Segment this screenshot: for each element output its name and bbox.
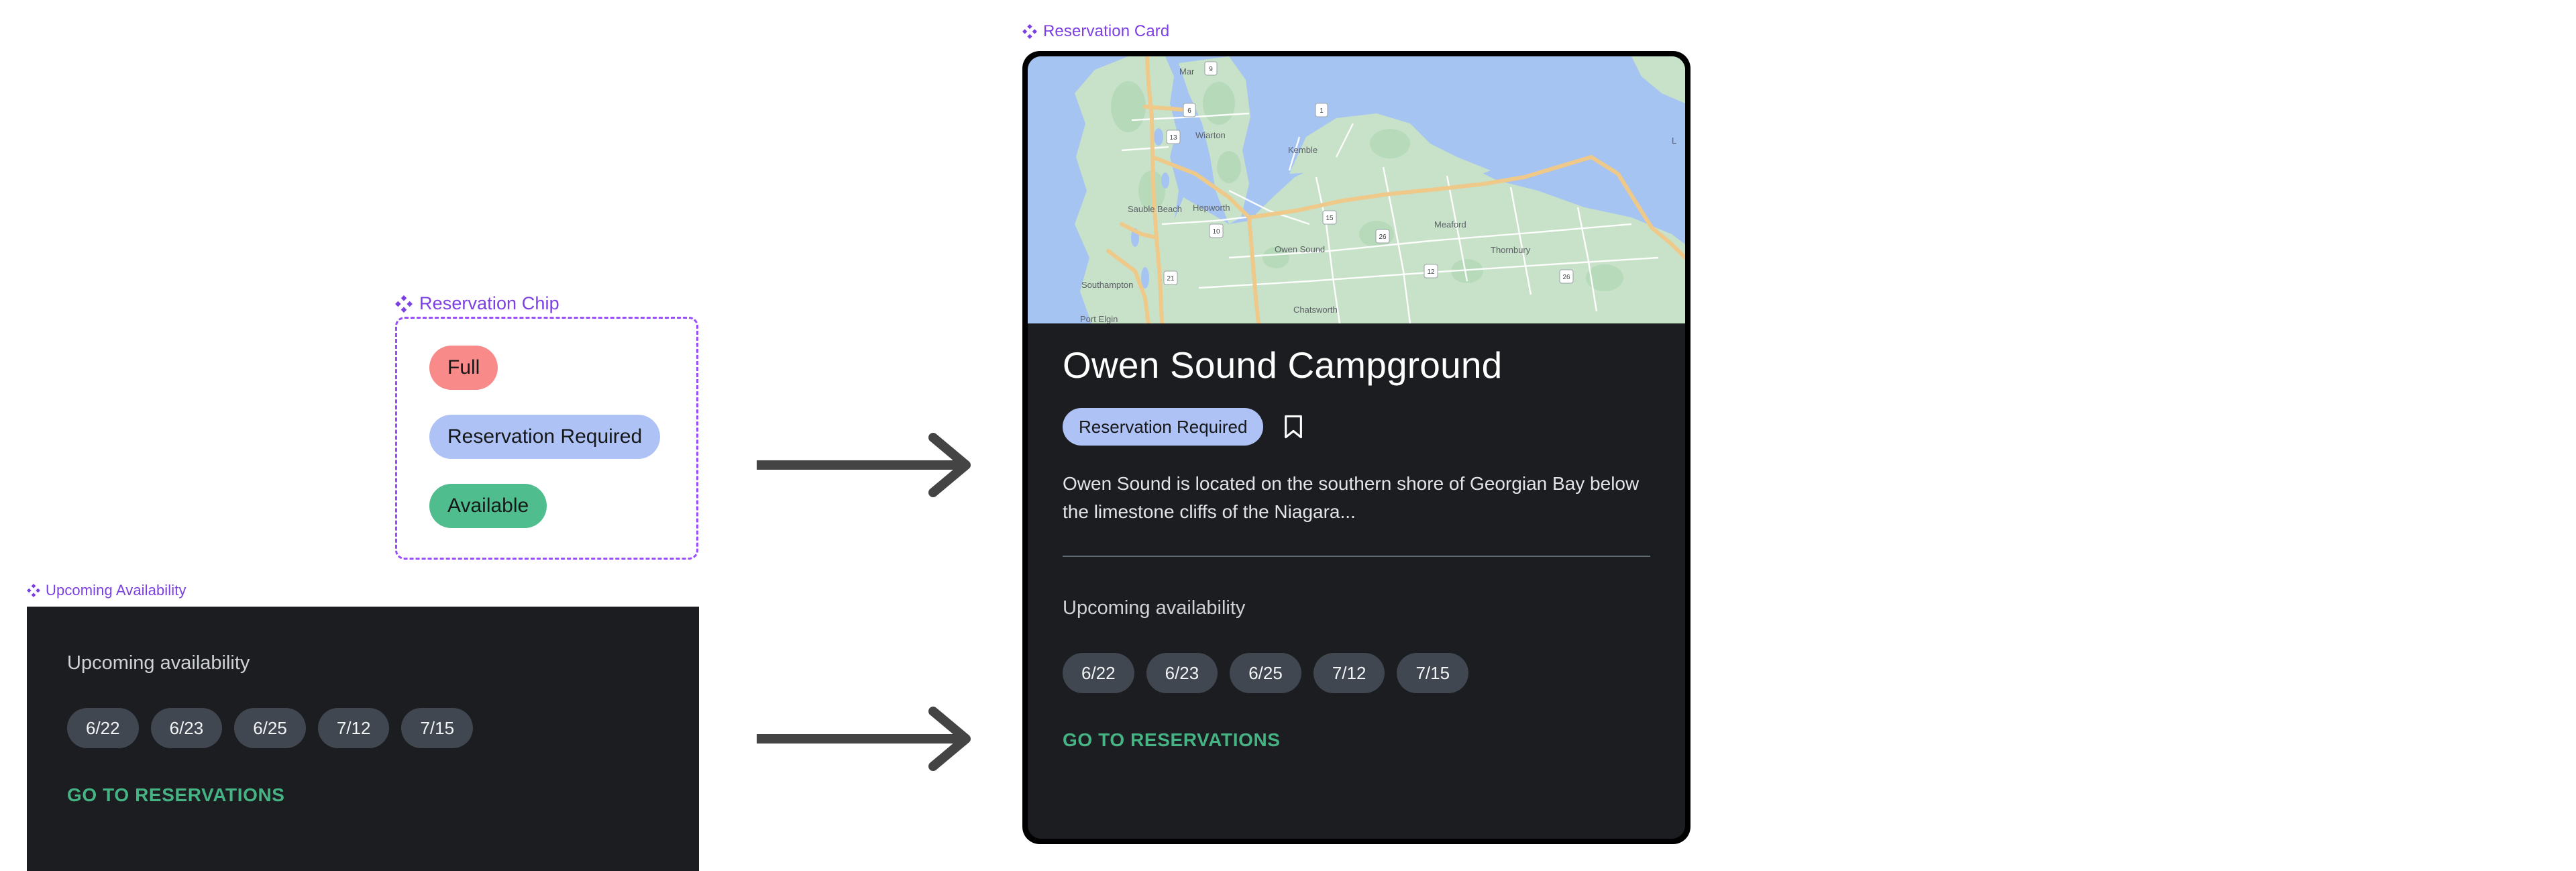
map-label: Mar (1179, 66, 1195, 76)
card-availability-section: Upcoming availability 6/22 6/23 6/25 7/1… (1028, 557, 1685, 750)
reservation-chip-frame: Full Reservation Required Available (395, 317, 698, 560)
map-graphic: Mar Wiarton Kemble Sauble Beach Hepworth… (1028, 56, 1685, 323)
map-label: Hepworth (1193, 203, 1230, 213)
figma-component-icon (395, 295, 413, 313)
map-preview[interactable]: Mar Wiarton Kemble Sauble Beach Hepworth… (1028, 56, 1685, 323)
svg-text:12: 12 (1427, 268, 1435, 276)
availability-date-chip[interactable]: 6/23 (150, 708, 223, 748)
figma-component-icon (1022, 24, 1037, 39)
availability-date-row: 6/22 6/23 6/25 7/12 7/15 (67, 708, 659, 748)
route-shield: 15 (1322, 210, 1337, 225)
route-shield: 26 (1375, 229, 1390, 244)
svg-text:26: 26 (1562, 274, 1570, 281)
route-shield: 13 (1166, 130, 1181, 144)
map-label: Chatsworth (1293, 305, 1338, 315)
map-label: Thornbury (1491, 245, 1531, 255)
availability-date-chip[interactable]: 6/22 (67, 708, 139, 748)
availability-date-chip[interactable]: 7/15 (1397, 652, 1469, 693)
availability-date-chip[interactable]: 7/12 (1313, 652, 1385, 693)
route-shield: 9 (1204, 61, 1218, 76)
reservation-chip-label-text: Reservation Chip (419, 293, 559, 313)
map-label: Southampton (1081, 280, 1133, 290)
arrow-right-icon-bottom (757, 707, 971, 771)
chip-available[interactable]: Available (429, 484, 547, 528)
campground-description: Owen Sound is located on the southern sh… (1063, 472, 1640, 522)
map-label: L (1672, 136, 1676, 146)
availability-date-chip[interactable]: 6/25 (1230, 652, 1301, 693)
svg-text:21: 21 (1167, 275, 1175, 283)
status-badge[interactable]: Reservation Required (1063, 407, 1264, 446)
svg-text:10: 10 (1212, 228, 1220, 236)
availability-date-chip[interactable]: 6/23 (1146, 652, 1218, 693)
svg-text:15: 15 (1326, 215, 1334, 222)
chip-reservation-required[interactable]: Reservation Required (429, 415, 661, 459)
availability-heading: Upcoming availability (67, 652, 250, 674)
chip-stack: Full Reservation Required Available (429, 346, 661, 528)
availability-date-chip[interactable]: 7/12 (317, 708, 390, 748)
route-shield: 21 (1163, 270, 1178, 285)
map-label: Kemble (1288, 145, 1318, 155)
reservation-card-frame-label: Reservation Card (1022, 22, 1169, 41)
map-label: Owen Sound (1275, 244, 1325, 254)
bookmark-icon[interactable] (1282, 414, 1305, 440)
route-shield: 1 (1315, 103, 1328, 117)
figma-component-icon (27, 584, 40, 597)
arrow-right-icon-top (757, 433, 971, 497)
svg-text:26: 26 (1379, 234, 1387, 241)
reservation-chip-frame-label: Reservation Chip (395, 293, 559, 314)
availability-date-chip[interactable]: 6/25 (234, 708, 306, 748)
map-label: Meaford (1434, 219, 1466, 229)
card-body: Owen Sound Campground Reservation Requir… (1028, 323, 1685, 557)
map-label: Sauble Beach (1128, 204, 1182, 214)
route-shield: 10 (1209, 223, 1224, 238)
go-to-reservations-button[interactable]: GO TO RESERVATIONS (67, 786, 285, 805)
route-shield: 26 (1559, 269, 1574, 284)
availability-date-chip[interactable]: 7/15 (401, 708, 474, 748)
svg-text:1: 1 (1320, 107, 1324, 115)
availability-date-chip[interactable]: 6/22 (1063, 652, 1134, 693)
svg-text:9: 9 (1209, 66, 1213, 73)
go-to-reservations-button[interactable]: GO TO RESERVATIONS (1063, 730, 1281, 750)
campground-title: Owen Sound Campground (1063, 344, 1503, 386)
chip-full[interactable]: Full (429, 346, 498, 390)
svg-text:6: 6 (1187, 107, 1191, 115)
card-availability-date-row: 6/22 6/23 6/25 7/12 7/15 (1063, 652, 1650, 693)
upcoming-availability-panel: Upcoming availability 6/22 6/23 6/25 7/1… (27, 607, 699, 871)
badge-row: Reservation Required (1063, 407, 1650, 446)
route-shield: 12 (1424, 264, 1438, 278)
reservation-card-inner: Mar Wiarton Kemble Sauble Beach Hepworth… (1028, 56, 1685, 839)
upcoming-availability-frame-label: Upcoming Availability (27, 582, 186, 599)
map-label: Port Elgin (1080, 314, 1118, 323)
reservation-card[interactable]: Mar Wiarton Kemble Sauble Beach Hepworth… (1022, 51, 1690, 844)
route-shield: 6 (1183, 103, 1196, 117)
reservation-card-label-text: Reservation Card (1043, 22, 1170, 40)
map-label: Wiarton (1195, 130, 1226, 140)
upcoming-availability-label-text: Upcoming Availability (46, 582, 186, 599)
card-availability-heading: Upcoming availability (1063, 597, 1246, 619)
svg-text:13: 13 (1169, 134, 1177, 142)
